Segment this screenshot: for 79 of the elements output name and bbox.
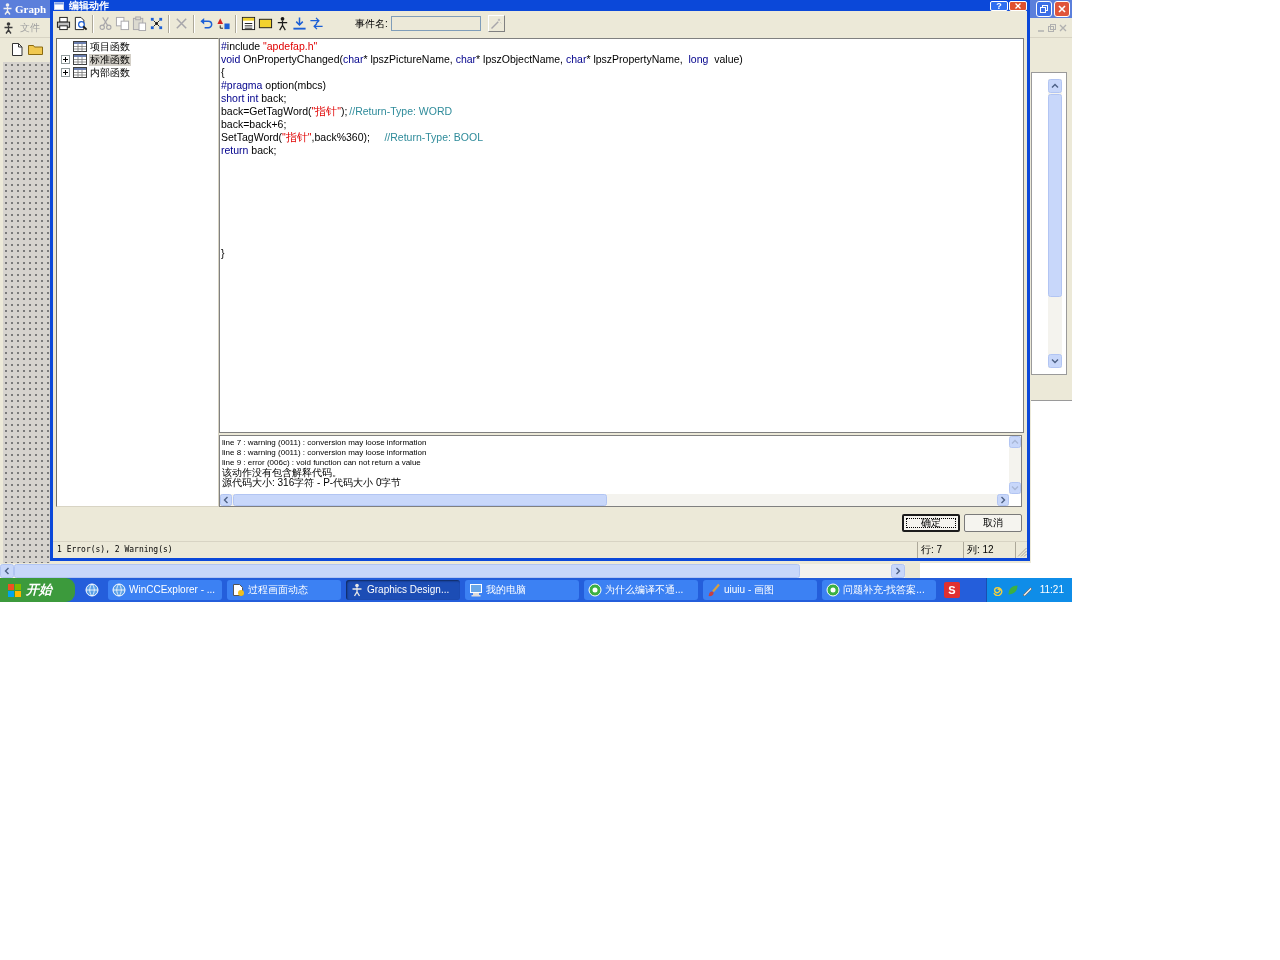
pen-icon[interactable] [1022,584,1034,596]
plus-icon[interactable] [61,55,70,64]
code-line: back=back+6; [221,118,287,131]
output-line: 源代码大小: 316字符 - P-代码大小 0字节 [222,478,402,488]
dialog-title: 编辑动作 [69,0,109,11]
close-button[interactable] [1054,1,1070,17]
close-icon [1015,2,1021,9]
shapes-icon[interactable] [216,16,231,31]
horizontal-scrollbar[interactable] [0,563,905,578]
taskbar-button[interactable]: Graphics Design... [346,580,460,600]
output-line: line 9 : error (006c) : void function can not return a value [222,458,421,467]
field-label: 事件名: [355,17,388,30]
close-icon [1058,5,1066,13]
undo-icon[interactable] [199,16,214,31]
code-line: SetTagWord("指针",back%360); //Return-Type: BOOL [221,131,483,144]
figure-icon [3,21,14,34]
code-line: void OnPropertyChanged(char* lpszPictureName, char* lpszObjectName, char* lpszPropertyName, long value) [221,53,743,66]
figure-icon [350,583,364,597]
taskbar-button[interactable]: WinCCExplorer - ... [108,580,222,600]
close-button[interactable] [1009,0,1027,11]
brush-icon [707,583,721,597]
code-line: #include "apdefap.h" [221,40,318,53]
globe-icon [112,583,126,597]
window-icon [54,1,64,10]
code-line: back=GetTagWord("指针"); //Return-Type: WORD [221,105,453,118]
grid-icon [73,41,87,52]
tree-item[interactable]: 内部函数 [89,66,131,79]
taskbar-button[interactable]: 我的电脑 [465,580,579,600]
code-line: { [221,66,225,79]
vertical-scrollbar[interactable] [1009,436,1021,494]
code-line: } [221,247,225,260]
cursor-column: 列: 12 [964,542,1016,558]
taskbar-button[interactable]: 为什么编译不通... [584,580,698,600]
cursor-row: 行: 7 [918,542,964,558]
grid-icon [73,54,87,65]
start-button[interactable]: 开始 [0,578,75,602]
new-document-icon[interactable] [12,42,23,56]
figure-icon[interactable] [275,16,290,31]
code-editor[interactable] [219,38,1024,433]
horizontal-scrollbar[interactable] [220,494,1009,506]
flag-icon [8,583,21,597]
resize-grip-icon[interactable] [1017,547,1027,557]
taskbar-button[interactable]: uiuiu - 画图 [703,580,817,600]
list-icon[interactable] [241,16,256,31]
app-button[interactable]: S [944,582,960,598]
taskbar-button[interactable]: 过程画面动态 [227,580,341,600]
code-line: #pragma option(mbcs) [221,79,327,92]
code-line: return back; [221,144,277,157]
status-message: 1 Error(s), 2 Warning(s) [53,542,918,558]
output-line: line 8 : warning (0011) : conversion may loose information [222,448,427,458]
rectangle-icon[interactable] [258,16,273,31]
grid-icon [73,67,87,78]
window-title: Graph [15,2,47,16]
dots-icon[interactable] [149,16,164,31]
document-icon [231,583,245,597]
code-line: short int back; [221,92,287,105]
vertical-scrollbar[interactable] [1048,79,1062,368]
output-line: line 7 : warning (0011) : conversion may loose information [222,438,427,448]
printer-icon[interactable] [56,16,71,31]
tree-item[interactable]: 项目函数 [89,40,131,53]
tree-item[interactable]: 标准函数 [89,53,131,66]
dialog-button[interactable]: 取消 [964,514,1022,532]
globe-icon[interactable] [85,583,99,597]
arrows-icon[interactable] [309,16,324,31]
circle-icon [588,583,602,597]
swirl-icon[interactable] [992,584,1004,596]
output-line: 该动作没有包含解释代码。 [222,468,342,478]
figure-icon [2,3,13,15]
restore-icon [1040,5,1048,13]
taskbar-button[interactable]: 问题补充-找答案... [822,580,936,600]
folder-icon[interactable] [28,43,43,55]
plus-icon[interactable] [61,68,70,77]
circle-icon [826,583,840,597]
restore-button[interactable] [1036,1,1052,17]
computer-icon [469,583,483,597]
page-magnifier-icon[interactable] [73,16,88,31]
clock: 11:21 [1039,584,1064,596]
help-button[interactable]: ? [990,0,1008,11]
down-arrow-icon[interactable] [292,16,307,31]
